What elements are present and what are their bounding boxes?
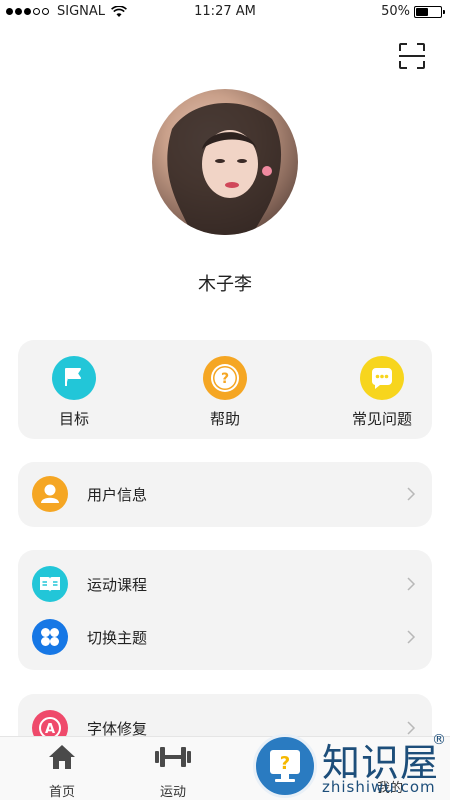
theme-icon — [32, 619, 68, 655]
status-bar: SIGNAL 11:27 AM 50% — [0, 0, 450, 24]
avatar-photo — [167, 103, 282, 235]
question-icon: ? — [203, 356, 247, 400]
user-info-card: 用户信息 — [18, 462, 432, 527]
menu-row-user-info[interactable]: 用户信息 — [18, 468, 432, 520]
dumbbell-icon — [155, 747, 191, 767]
avatar[interactable] — [152, 89, 298, 235]
battery-fill — [416, 7, 428, 16]
settings-card: 运动课程 切换主题 — [18, 550, 432, 670]
watermark-badge-icon: ? — [253, 734, 317, 798]
username: 木子李 — [198, 274, 252, 295]
tab-home[interactable]: 首页 — [17, 743, 107, 800]
status-right: 50% — [381, 4, 445, 19]
chevron-right-icon — [407, 487, 416, 501]
menu-row-theme[interactable]: 切换主题 — [18, 611, 432, 663]
menu-row-label: 切换主题 — [87, 628, 148, 647]
user-icon — [32, 476, 68, 512]
chevron-right-icon — [407, 577, 416, 591]
quick-action-faq[interactable]: 常见问题 — [332, 356, 432, 429]
flag-icon — [52, 356, 96, 400]
svg-text:A: A — [45, 722, 55, 737]
quick-action-label: 常见问题 — [351, 410, 412, 428]
quick-action-help[interactable]: ? 帮助 — [175, 356, 275, 429]
quick-actions-card: 目标 ? 帮助 常见问题 — [18, 340, 432, 439]
tab-label: 首页 — [48, 785, 75, 800]
quick-action-goal[interactable]: 目标 — [24, 356, 124, 429]
menu-row-courses[interactable]: 运动课程 — [18, 558, 432, 610]
battery-icon — [414, 5, 445, 18]
watermark-logo: ? 知识屋 zhishiwu.com ® — [250, 730, 450, 800]
tab-exercise[interactable]: 运动 — [128, 743, 218, 800]
scan-icon[interactable] — [398, 42, 426, 70]
watermark-subtitle: zhishiwu.com — [322, 778, 436, 796]
menu-row-label: 用户信息 — [87, 485, 148, 504]
quick-action-label: 帮助 — [209, 410, 240, 428]
chevron-right-icon — [407, 630, 416, 644]
book-icon — [32, 566, 68, 602]
home-icon — [49, 745, 75, 769]
chat-icon — [360, 356, 404, 400]
tab-label: 运动 — [159, 785, 186, 800]
menu-row-label: 运动课程 — [87, 575, 148, 594]
battery-percent: 50% — [381, 4, 410, 19]
svg-text:?: ? — [280, 753, 290, 774]
quick-action-label: 目标 — [58, 410, 89, 428]
watermark-registered: ® — [432, 732, 446, 748]
svg-text:?: ? — [221, 371, 229, 387]
